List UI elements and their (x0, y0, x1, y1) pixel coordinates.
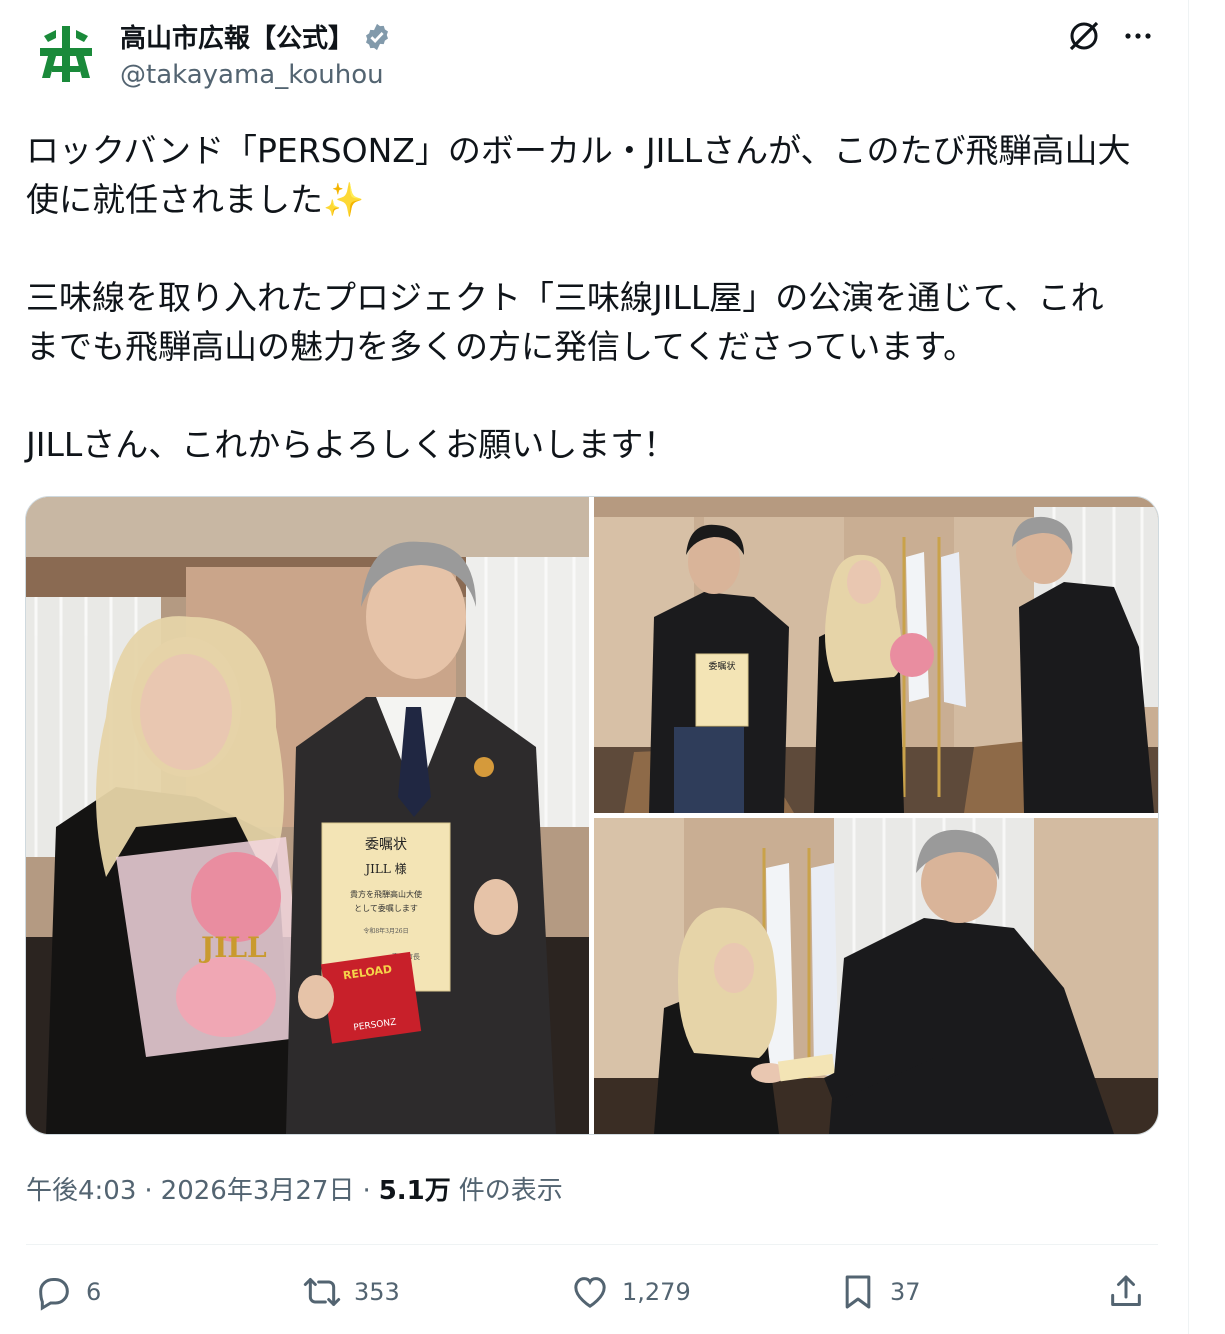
like-button[interactable]: 1,279 (570, 1272, 691, 1312)
tweet-meta: 午後4:03 · 2026年3月27日 · 5.1万 件の表示 (26, 1170, 563, 1207)
column-divider (1188, 0, 1189, 1334)
action-bar: 6 353 1,279 37 (0, 1264, 1188, 1324)
tweet-line: JILLさん、これからよろしくお願いします！ (26, 425, 677, 464)
tweet-line: 三味線を取り入れたプロジェクト「三味線JILL屋」の公演を通じて、これ (26, 278, 1104, 317)
tweet-line: 使に就任されました (26, 180, 323, 219)
bookmark-count: 37 (890, 1278, 921, 1306)
sparkles-emoji: ✨ (323, 180, 365, 219)
tweet-date[interactable]: 2026年3月27日 (161, 1170, 355, 1207)
tweet-text: ロックバンド「PERSONZ」のボーカル・JILLさんが、このたび飛騨高山大 使… (26, 126, 1166, 469)
avatar[interactable] (26, 14, 106, 94)
author-display-name[interactable]: 高山市広報【公式】 (120, 18, 354, 55)
repost-button[interactable]: 353 (302, 1272, 400, 1312)
heart-icon (574, 1277, 606, 1308)
reply-icon (39, 1278, 69, 1311)
media-grid: JILL 委嘱状 JILL 様 貴方を飛騨高山大使 として委嘱します 令和8年3… (25, 496, 1159, 1135)
share-button[interactable] (1106, 1272, 1146, 1312)
repost-icon (303, 1278, 341, 1306)
more-options-icon[interactable] (1120, 18, 1156, 54)
meta-separator: · (362, 1176, 371, 1206)
share-icon (1111, 1275, 1141, 1306)
photo-top-right[interactable]: 委嘱状 (594, 497, 1158, 813)
like-count: 1,279 (622, 1278, 691, 1306)
certificate-name: JILL 様 (363, 862, 406, 876)
tweet-line-with-emoji: 使に就任されました✨ (26, 175, 1166, 224)
certificate-title: 委嘱状 (365, 837, 407, 853)
repost-count: 353 (354, 1278, 400, 1306)
views-label: 件の表示 (458, 1176, 563, 1206)
author-handle[interactable]: @takayama_kouhou (120, 60, 384, 90)
takayama-logo-icon (40, 26, 92, 82)
tweet-line: ロックバンド「PERSONZ」のボーカル・JILLさんが、このたび飛騨高山大 (26, 131, 1131, 170)
views-count: 5.1万 (378, 1176, 451, 1206)
certificate-title-small: 委嘱状 (708, 660, 735, 672)
grok-icon[interactable] (1066, 18, 1102, 54)
bookmark-icon (845, 1275, 871, 1309)
divider (26, 1244, 1158, 1245)
certificate-date: 令和8年3月26日 (363, 927, 408, 935)
tweet-line: までも飛騨高山の魅力を多くの方に発信してくださっています。 (26, 327, 977, 366)
verified-badge-icon (366, 23, 389, 50)
certificate-body-2: として委嘱します (354, 903, 418, 913)
reply-count: 6 (86, 1278, 102, 1306)
bookmark-button[interactable]: 37 (838, 1272, 921, 1312)
meta-separator: · (144, 1176, 153, 1206)
bag-text: JILL (198, 931, 267, 964)
photo-main[interactable]: JILL 委嘱状 JILL 様 貴方を飛騨高山大使 として委嘱します 令和8年3… (26, 497, 589, 1134)
reply-button[interactable]: 6 (34, 1272, 101, 1312)
author-display-name-row[interactable]: 高山市広報【公式】 (120, 18, 392, 55)
certificate-body-1: 貴方を飛騨高山大使 (350, 889, 422, 899)
tweet-time[interactable]: 午後4:03 (26, 1170, 136, 1207)
photo-bottom-right[interactable] (594, 818, 1158, 1134)
